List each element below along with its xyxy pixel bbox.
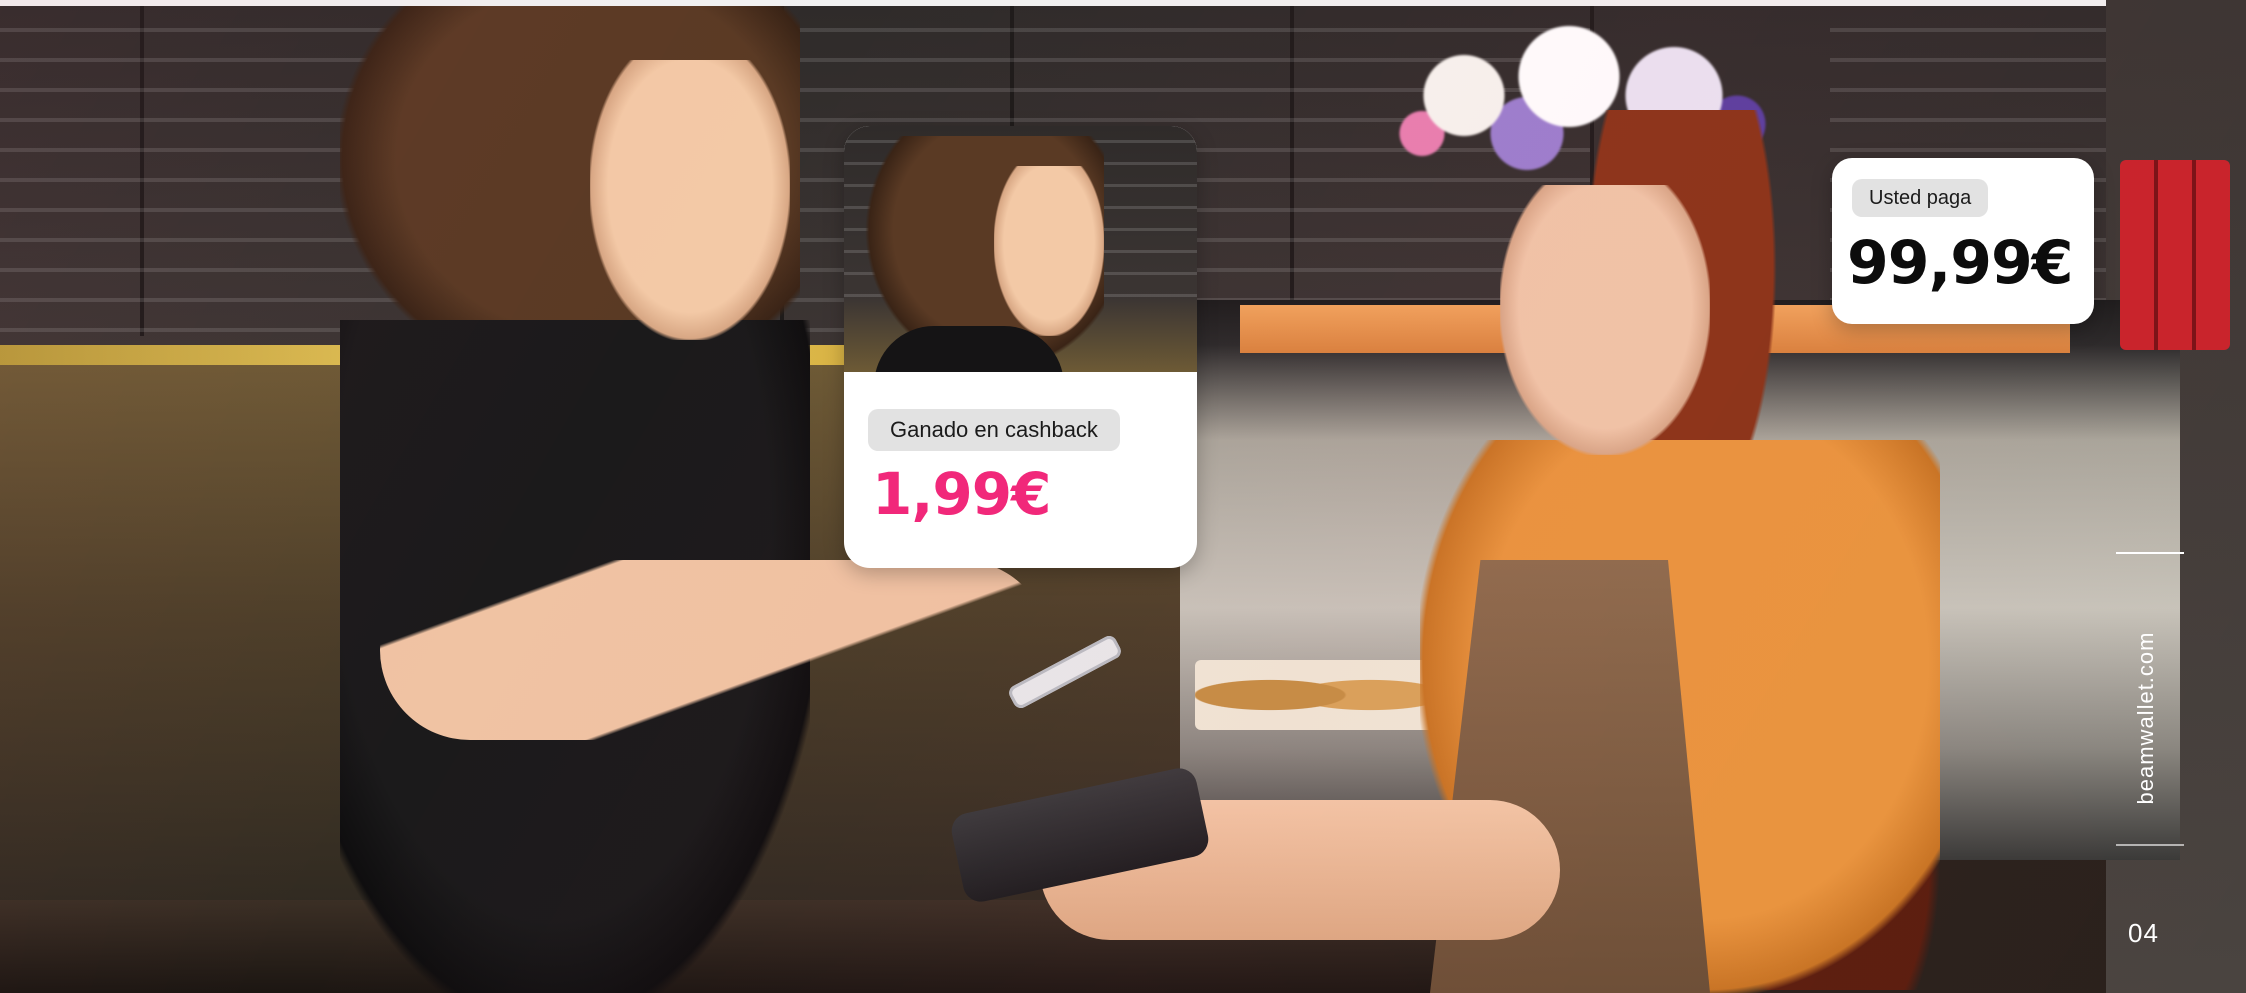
cashback-card-photo — [844, 126, 1197, 372]
cashback-label: Ganado en cashback — [868, 409, 1120, 451]
slide: Ganado en cashback 1,99€ Usted paga 99,9… — [0, 0, 2246, 993]
payment-amount: 99,99€ — [1847, 228, 2074, 298]
cashback-amount: 1,99€ — [872, 460, 1051, 528]
side-divider — [2116, 552, 2184, 554]
cashback-card: Ganado en cashback 1,99€ — [844, 126, 1197, 568]
payment-label: Usted paga — [1852, 179, 1989, 217]
cans — [2120, 160, 2230, 350]
side-divider-bottom — [2116, 844, 2184, 846]
website-url: beamwallet.com — [2133, 631, 2158, 805]
page-number: 04 — [2128, 918, 2159, 948]
pastries — [1195, 660, 1445, 730]
payment-card: Usted paga 99,99€ — [1832, 158, 2094, 324]
